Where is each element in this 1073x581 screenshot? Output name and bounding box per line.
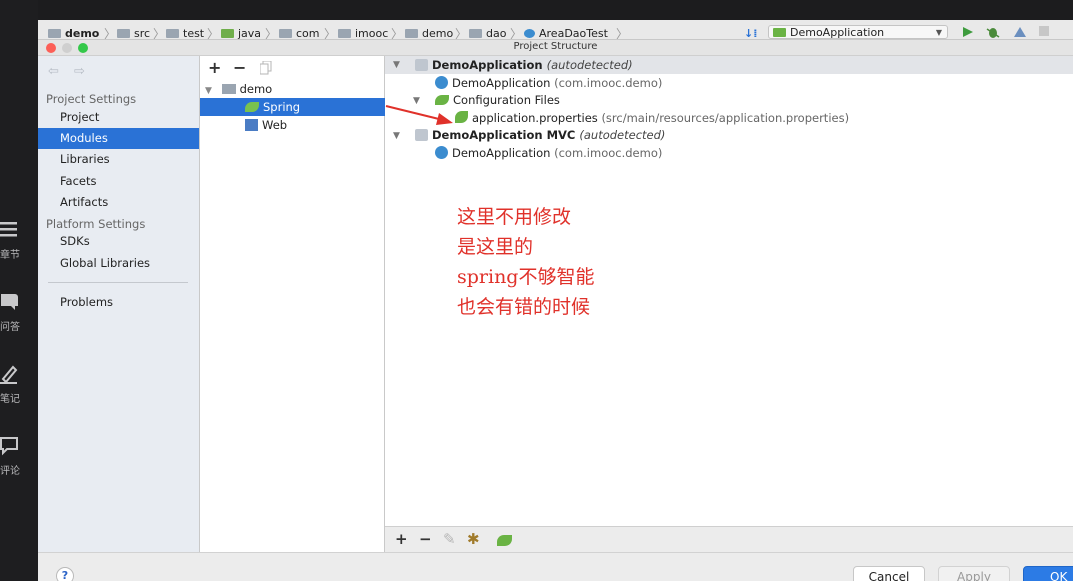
tree-facet-web[interactable]: Web — [245, 116, 375, 134]
context-demoapplication[interactable]: DemoApplication (autodetected) — [415, 56, 633, 74]
folder-icon — [469, 29, 482, 38]
folder-icon — [338, 29, 351, 38]
folder-icon — [279, 29, 292, 38]
sort-icon[interactable]: ↓⁞ — [744, 27, 757, 39]
dialog-title: Project Structure — [513, 41, 598, 52]
context-icon — [415, 59, 428, 71]
stop-icon[interactable] — [1038, 25, 1050, 37]
breadcrumb-item[interactable]: AreaDaoTest — [524, 27, 608, 39]
remove-icon[interactable]: − — [419, 530, 432, 548]
edit-icon[interactable]: ✎ — [443, 530, 456, 548]
tree-facet-spring[interactable]: Spring — [200, 98, 385, 116]
context-icon — [415, 129, 428, 141]
nav-item-global-libraries[interactable]: Global Libraries — [38, 253, 199, 274]
comment-icon — [0, 436, 20, 456]
spring-icon — [773, 28, 786, 37]
spring-facet-pane: ▼ DemoApplication (autodetected) DemoApp… — [385, 56, 1073, 552]
ide-navigation-bar: demo 〉 src 〉 test 〉 java 〉 com 〉 imooc 〉… — [38, 20, 1073, 40]
player-sidebar-label: 评论 — [0, 466, 20, 477]
player-sidebar-item-comments[interactable]: 评论 — [0, 436, 38, 486]
folder-icon — [166, 29, 179, 38]
class-icon — [524, 29, 535, 38]
add-icon[interactable]: + — [395, 530, 408, 548]
settings-icon[interactable]: ✱ — [467, 530, 480, 548]
apply-button[interactable]: Apply — [938, 566, 1010, 581]
breadcrumb-item[interactable]: com — [279, 27, 320, 39]
module-folder-icon — [221, 84, 236, 94]
annotation-arrow — [385, 105, 453, 125]
ok-button[interactable]: OK — [1023, 566, 1073, 581]
breadcrumb-item[interactable]: java — [221, 27, 261, 39]
nav-item-project[interactable]: Project — [38, 107, 199, 128]
module-tree-pane: + − ▼ demo Spring Web — [200, 56, 385, 552]
list-icon — [0, 220, 20, 240]
nav-item-libraries[interactable]: Libraries — [38, 149, 199, 170]
player-sidebar-label: 笔记 — [0, 394, 20, 405]
add-icon[interactable]: + — [208, 58, 221, 77]
breadcrumb-item[interactable]: dao — [469, 27, 506, 39]
nav-item-facets[interactable]: Facets — [38, 171, 199, 192]
dialog-footer: ? Cancel Apply OK — [38, 552, 1073, 581]
player-sidebar-item-chapters[interactable]: 章节 — [0, 220, 38, 270]
expand-triangle-icon[interactable]: ▼ — [393, 131, 400, 141]
screen: 章节 问答 笔记 评论 demo 〉 src 〉 test 〉 java 〉 c… — [0, 0, 1073, 581]
folder-icon — [117, 29, 130, 38]
pencil-icon — [0, 364, 20, 384]
expand-triangle-icon[interactable]: ▼ — [393, 60, 400, 70]
breadcrumb-item[interactable]: demo — [405, 27, 453, 39]
nav-item-problems[interactable]: Problems — [38, 292, 199, 313]
player-sidebar-item-notes[interactable]: 笔记 — [0, 364, 38, 414]
remove-icon[interactable]: − — [233, 58, 246, 77]
coverage-icon[interactable] — [1013, 25, 1027, 39]
player-sidebar-item-qa[interactable]: 问答 — [0, 292, 38, 342]
help-button[interactable]: ? — [56, 567, 74, 581]
annotation-line: 这里不用修改 — [457, 206, 572, 228]
breadcrumb-item[interactable]: imooc — [338, 27, 388, 39]
run-config-select[interactable]: DemoApplication ▼ — [768, 25, 948, 39]
nav-item-sdks[interactable]: SDKs — [38, 231, 199, 252]
spring-icon — [245, 102, 259, 112]
platform-settings-header: Platform Settings — [46, 217, 146, 231]
spring-icon[interactable] — [497, 535, 512, 546]
web-icon — [245, 119, 258, 131]
spring-bean-icon — [435, 146, 448, 159]
facet-toolbar: + − ✎ ✱ — [385, 526, 1073, 552]
video-top-area — [38, 0, 1073, 20]
expand-triangle-icon[interactable]: ▼ — [205, 86, 212, 96]
annotation-line: spring不够智能 — [457, 266, 595, 288]
nav-item-artifacts[interactable]: Artifacts — [38, 192, 199, 213]
folder-icon — [405, 29, 418, 38]
spring-bean-icon — [435, 76, 448, 89]
tree-module-demo[interactable]: ▼ demo — [205, 80, 383, 98]
breadcrumb-item[interactable]: src — [117, 27, 150, 39]
cancel-button[interactable]: Cancel — [853, 566, 925, 581]
context-child-demoapplication-mvc[interactable]: DemoApplication (com.imooc.demo) — [435, 144, 662, 162]
dialog-titlebar: Project Structure — [38, 40, 1073, 56]
folder-icon — [48, 29, 61, 38]
folder-icon — [221, 29, 234, 38]
annotation-line: 是这里的 — [457, 236, 534, 258]
config-file-application-properties[interactable]: application.properties (src/main/resourc… — [455, 109, 849, 127]
player-sidebar-label: 问答 — [0, 322, 20, 333]
run-icon[interactable] — [962, 26, 974, 38]
context-child-demoapplication[interactable]: DemoApplication (com.imooc.demo) — [435, 74, 662, 92]
nav-divider — [48, 282, 188, 283]
debug-icon[interactable] — [986, 25, 1000, 39]
copy-icon[interactable] — [260, 61, 272, 75]
back-arrow-icon[interactable]: ⇦ — [48, 64, 59, 79]
annotation-line: 也会有错的时候 — [457, 296, 591, 318]
player-sidebar-label: 章节 — [0, 250, 20, 261]
breadcrumb-item[interactable]: test — [166, 27, 204, 39]
project-settings-header: Project Settings — [46, 92, 137, 106]
project-structure-dialog: Project Structure ⇦ ⇨ Project Settings P… — [38, 40, 1073, 581]
player-sidebar: 章节 问答 笔记 评论 — [0, 0, 38, 581]
chat-icon — [0, 292, 20, 312]
breadcrumb-item[interactable]: demo — [48, 27, 99, 39]
nav-item-modules[interactable]: Modules — [38, 128, 199, 149]
settings-navigation: ⇦ ⇨ Project Settings Project Modules Lib… — [38, 56, 200, 552]
forward-arrow-icon[interactable]: ⇨ — [74, 64, 85, 79]
